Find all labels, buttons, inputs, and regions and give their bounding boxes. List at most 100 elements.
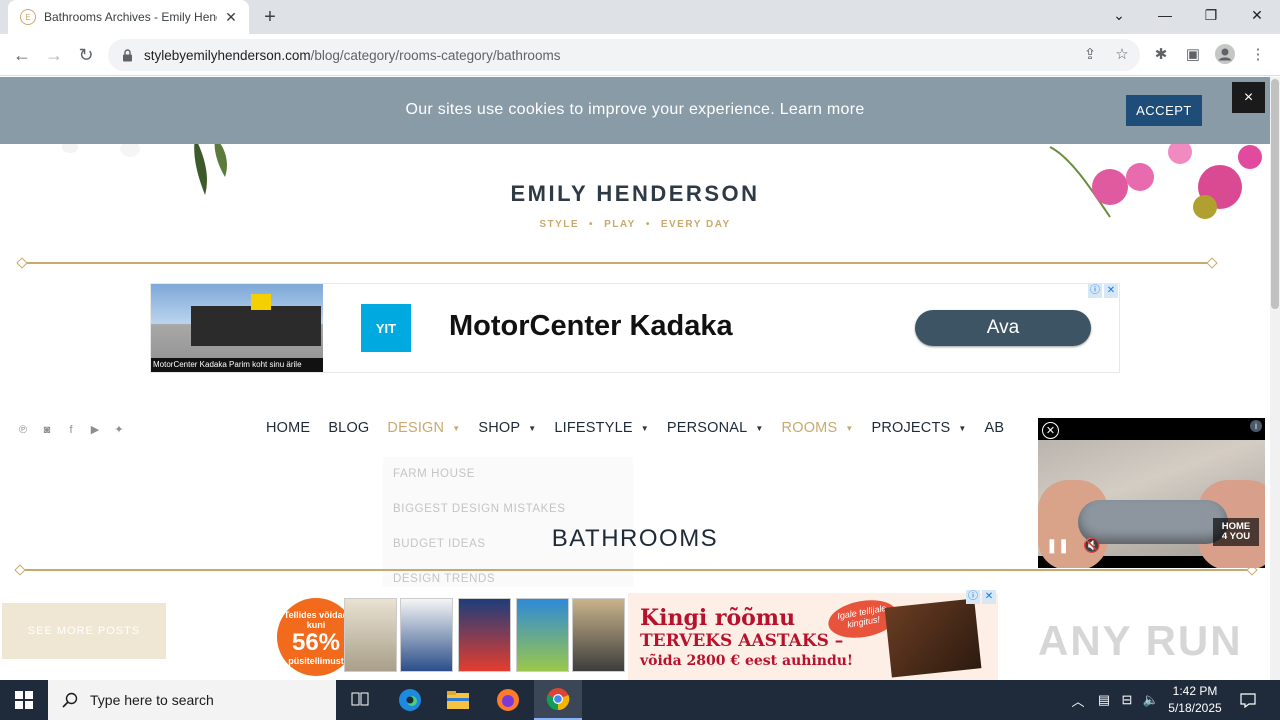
ad-choices[interactable]: ⓘ ✕ — [1088, 284, 1118, 298]
nav-item-label: SHOP — [478, 420, 521, 436]
volume-icon[interactable]: 🔈 — [1140, 680, 1162, 720]
promo-book-image — [884, 598, 982, 678]
tagline-word: EVERY DAY — [660, 219, 731, 230]
divider-rule — [20, 569, 1252, 571]
url-domain: stylebyemilyhenderson.com — [144, 47, 311, 63]
back-icon[interactable]: ← — [8, 42, 36, 68]
floating-video-player[interactable]: ✕ i HOME 4 YOU ❚❚ 🔇 — [1038, 418, 1265, 568]
caret-down-icon: ▼ — [452, 423, 461, 433]
firefox-icon[interactable] — [484, 680, 532, 720]
nav-item-design[interactable]: DESIGN ▼ — [387, 420, 460, 436]
brand-name[interactable]: EMILY HENDERSON — [0, 181, 1270, 207]
ad-close-icon[interactable]: ✕ — [1104, 284, 1118, 298]
scrollbar-thumb[interactable] — [1271, 79, 1279, 309]
cookie-close-button[interactable]: × — [1232, 82, 1265, 113]
url-path: /blog/category/rooms-category/bathrooms — [310, 47, 561, 63]
bookmark-star-icon[interactable]: ☆ — [1112, 45, 1132, 65]
promo-subtitle: TERVEKS AASTAKS – — [640, 631, 844, 651]
video-info-icon[interactable]: i — [1250, 420, 1262, 432]
nav-item-personal[interactable]: PERSONAL ▼ — [667, 420, 764, 436]
tray-chevron-icon[interactable]: ︿ — [1068, 680, 1088, 720]
task-view-icon[interactable] — [336, 680, 384, 720]
dropdown-item[interactable]: FARM HOUSE — [393, 468, 475, 480]
ad-cta-button[interactable]: Ava — [915, 310, 1091, 346]
notifications-icon[interactable] — [1236, 680, 1260, 720]
browser-tab[interactable]: E Bathrooms Archives - Emily Henderson ✕ — [8, 0, 249, 34]
taskbar-clock[interactable]: 1:42 PM 5/18/2025 — [1160, 683, 1230, 717]
nav-item-label: DESIGN — [387, 420, 445, 436]
design-dropdown-menu: FARM HOUSE BIGGEST DESIGN MISTAKES BUDGE… — [383, 457, 633, 587]
side-panel-icon[interactable]: ▣ — [1182, 44, 1204, 66]
nav-item-label: ROOMS — [781, 420, 838, 436]
taskbar-search-box[interactable]: Type here to search — [48, 680, 336, 720]
banner-ad-magazines[interactable]: Tellides võidad kuni 56% püsitellimust K… — [272, 590, 998, 680]
banner-ad-motorcenter[interactable]: MotorCenter Kadaka Parim koht sinu ärile… — [150, 283, 1120, 373]
dropdown-item[interactable]: DESIGN TRENDS — [393, 573, 495, 585]
nav-item-label: PERSONAL — [666, 420, 748, 436]
restore-button[interactable]: ❐ — [1188, 0, 1234, 30]
browser-menu-icon[interactable]: ⋮ — [1247, 44, 1269, 66]
ad-choices[interactable]: ⓘ ✕ — [966, 590, 996, 604]
nav-item-lifestyle[interactable]: LIFESTYLE ▼ — [554, 420, 648, 436]
chrome-icon[interactable] — [534, 680, 582, 720]
page-scrollbar[interactable] — [1270, 77, 1280, 680]
nav-item-blog[interactable]: BLOG — [328, 420, 369, 436]
ad-building-shape — [191, 306, 321, 346]
nav-item-about[interactable]: AB — [985, 420, 1005, 436]
pause-icon[interactable]: ❚❚ — [1046, 536, 1069, 554]
nav-item-label: LIFESTYLE — [554, 420, 633, 436]
windows-taskbar: Type here to search ︿ ▤ ⊟ 🔈 1:42 PM 5/18… — [0, 680, 1280, 720]
nav-item-rooms[interactable]: ROOMS ▼ — [782, 420, 854, 436]
ad-close-icon[interactable]: ✕ — [982, 590, 996, 604]
nav-item-projects[interactable]: PROJECTS ▼ — [871, 420, 966, 436]
network-icon[interactable]: ⊟ — [1116, 680, 1138, 720]
ad-info-icon[interactable]: ⓘ — [1088, 284, 1102, 298]
tray-device-icon[interactable]: ▤ — [1094, 680, 1114, 720]
address-bar[interactable]: stylebyemilyhenderson.com/blog/category/… — [108, 39, 1140, 71]
cookie-message[interactable]: Our sites use cookies to improve your ex… — [0, 101, 1270, 119]
new-tab-button[interactable]: + — [258, 6, 282, 28]
nav-item-label: HOME — [266, 420, 311, 436]
youtube-icon[interactable]: ▶ — [88, 423, 102, 437]
nav-item-label: PROJECTS — [871, 420, 951, 436]
edge-browser-icon[interactable] — [386, 680, 434, 720]
file-explorer-icon[interactable] — [434, 680, 482, 720]
minimize-button[interactable]: — — [1142, 0, 1188, 30]
tagline-word: PLAY — [604, 219, 636, 230]
tagline-word: STYLE — [539, 219, 580, 230]
facebook-icon[interactable]: f — [64, 423, 78, 437]
tagline-separator: • — [645, 219, 651, 230]
ad-info-icon[interactable]: ⓘ — [966, 590, 980, 604]
profile-avatar-icon[interactable] — [1214, 44, 1236, 66]
tab-search-icon[interactable]: ⌄ — [1096, 0, 1142, 30]
close-window-button[interactable]: ✕ — [1234, 0, 1280, 30]
video-close-icon[interactable]: ✕ — [1042, 422, 1059, 439]
lock-icon[interactable] — [120, 48, 134, 62]
tab-title: Bathrooms Archives - Emily Henderson — [44, 10, 217, 24]
see-more-posts-button[interactable]: SEE MORE POSTS — [2, 603, 166, 659]
tab-close-icon[interactable]: ✕ — [223, 9, 239, 26]
reload-icon[interactable]: ↻ — [72, 42, 100, 68]
extensions-icon[interactable]: ✱ — [1150, 44, 1172, 66]
pinterest-icon[interactable]: ℗ — [16, 423, 30, 437]
windows-start-icon[interactable] — [0, 680, 48, 720]
anyrun-watermark: ANY RUN — [1038, 617, 1243, 664]
forward-icon[interactable]: → — [40, 42, 68, 68]
caret-down-icon: ▼ — [958, 423, 967, 433]
nav-item-shop[interactable]: SHOP ▼ — [478, 420, 536, 436]
tagline-separator: • — [589, 219, 595, 230]
divider-rule — [22, 262, 1212, 264]
cookie-accept-button[interactable]: ACCEPT — [1126, 95, 1202, 126]
twitter-icon[interactable]: ✦ — [112, 423, 126, 437]
video-brand-badge: HOME 4 YOU — [1213, 518, 1259, 546]
main-navigation: HOME BLOG DESIGN ▼ SHOP ▼ LIFESTYLE ▼ PERSO… — [266, 420, 1022, 436]
magazine-cover — [458, 598, 511, 672]
instagram-icon[interactable]: ◙ — [40, 423, 54, 437]
caret-down-icon: ▼ — [528, 423, 537, 433]
clock-date: 5/18/2025 — [1168, 701, 1222, 715]
video-brand-line: 4 YOU — [1221, 531, 1251, 542]
mute-icon[interactable]: 🔇 — [1082, 536, 1102, 554]
dropdown-item[interactable]: BIGGEST DESIGN MISTAKES — [393, 503, 566, 515]
nav-item-home[interactable]: HOME — [266, 420, 310, 436]
share-icon[interactable]: ⇪ — [1080, 45, 1100, 65]
